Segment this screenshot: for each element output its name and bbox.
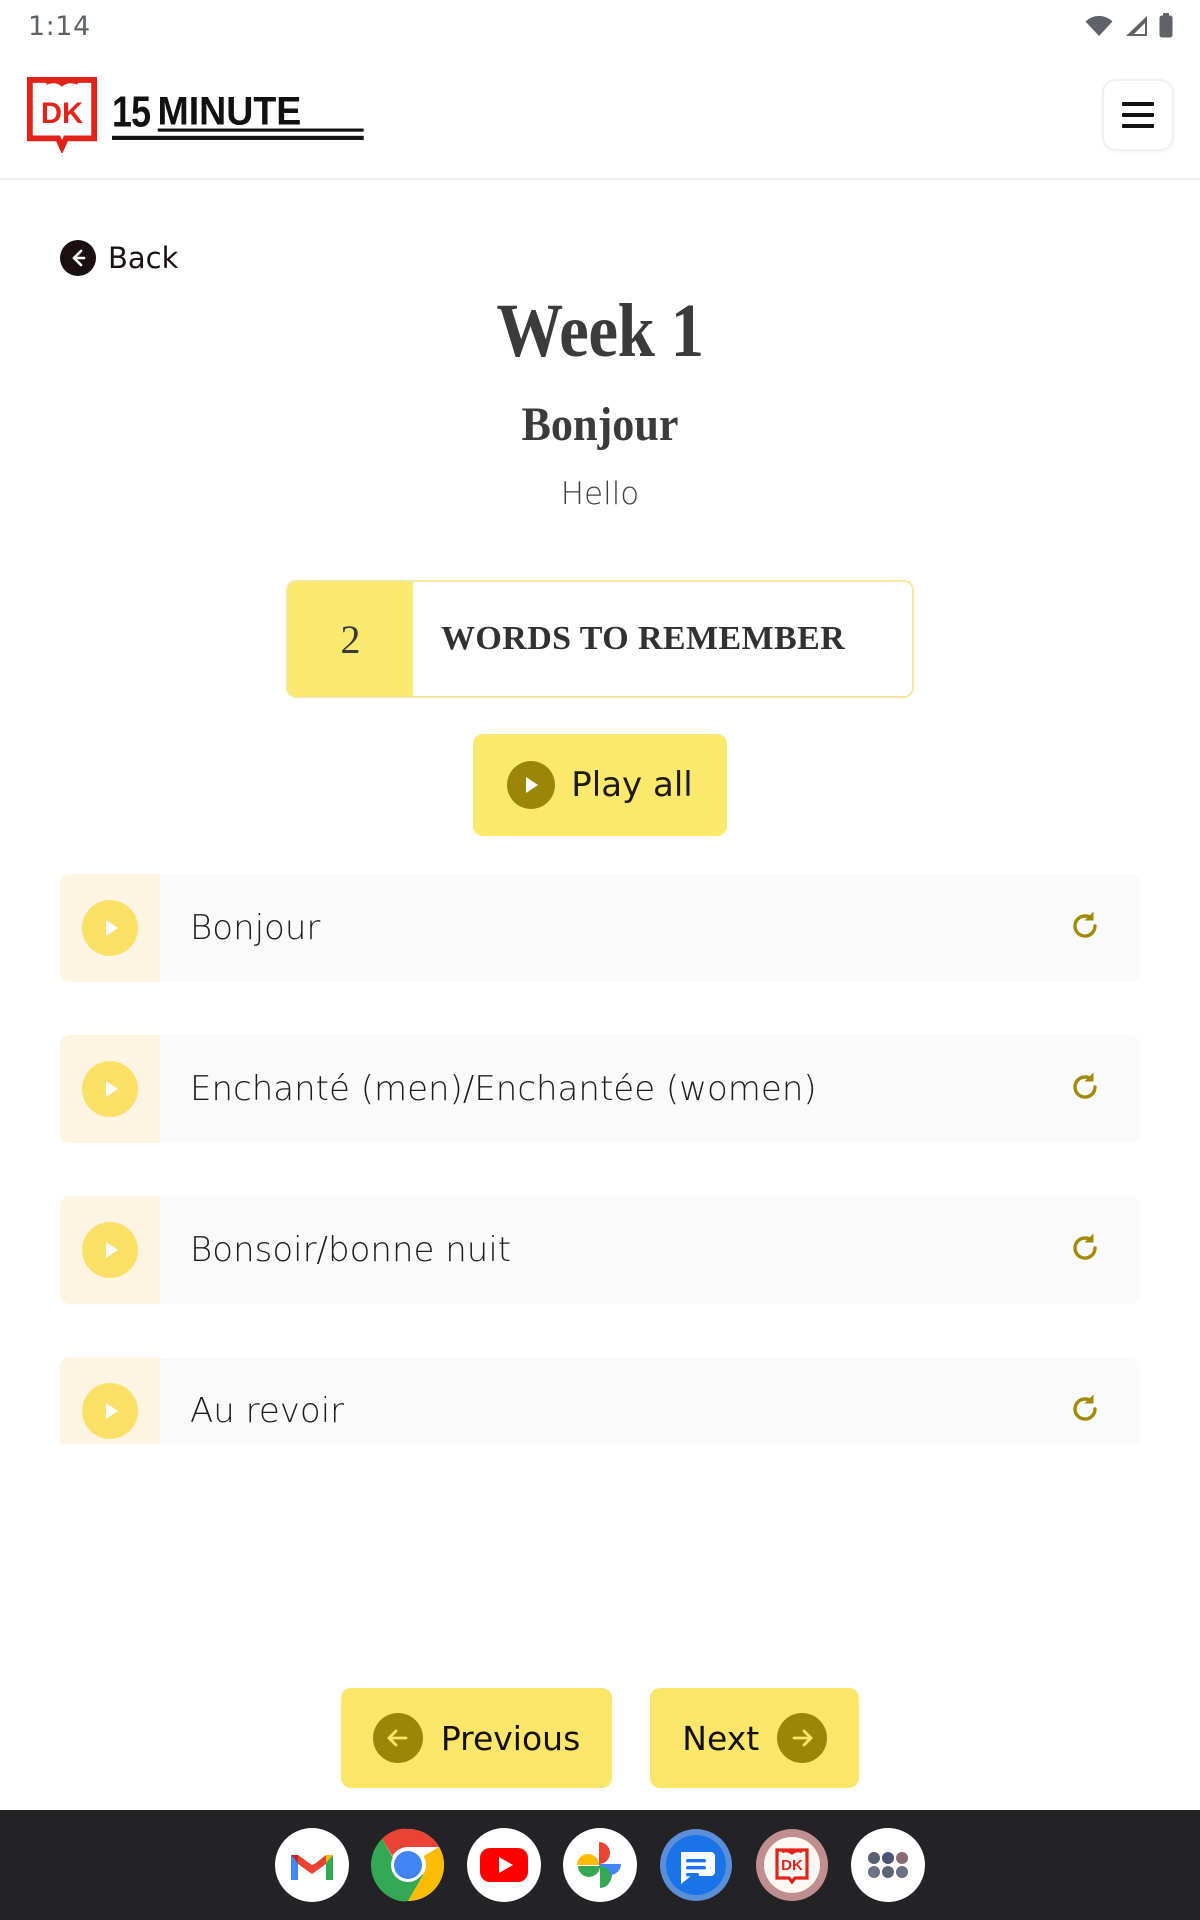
next-label: Next bbox=[682, 1718, 760, 1758]
play-icon bbox=[82, 1383, 138, 1439]
lesson-subtitle: Bonjour bbox=[521, 398, 679, 451]
hamburger-menu-icon bbox=[1122, 113, 1154, 117]
page-title: Week 1 bbox=[496, 289, 704, 373]
app-header: DK 15 MINUTE bbox=[0, 52, 1200, 180]
hamburger-menu-button[interactable] bbox=[1102, 79, 1174, 151]
word-list-item[interactable]: Au revoir bbox=[60, 1357, 1140, 1444]
word-replay-button[interactable] bbox=[1030, 1392, 1140, 1431]
word-text: Bonsoir/bonne nuit bbox=[190, 1230, 512, 1270]
play-icon bbox=[507, 761, 556, 809]
replay-icon bbox=[1068, 1231, 1102, 1270]
svg-text:DK: DK bbox=[781, 1857, 803, 1874]
arrow-right-icon bbox=[777, 1713, 828, 1763]
status-bar-icons bbox=[1084, 13, 1174, 39]
word-list-item[interactable]: Enchanté (men)/Enchantée (women) bbox=[60, 1035, 1140, 1143]
play-icon bbox=[82, 900, 138, 956]
word-play-button[interactable] bbox=[60, 1035, 160, 1143]
back-label: Back bbox=[108, 241, 179, 275]
svg-text:15: 15 bbox=[112, 89, 151, 136]
word-play-button[interactable] bbox=[60, 874, 160, 982]
replay-icon bbox=[1068, 1070, 1102, 1109]
word-play-button[interactable] bbox=[60, 1357, 160, 1444]
status-bar-clock: 1:14 bbox=[28, 10, 91, 42]
android-dock: DK bbox=[0, 1810, 1200, 1920]
arrow-left-icon bbox=[372, 1713, 423, 1763]
battery-icon bbox=[1158, 13, 1174, 39]
youtube-icon[interactable] bbox=[467, 1828, 541, 1902]
chrome-icon[interactable] bbox=[371, 1828, 445, 1902]
main-content: Back Week 1 Bonjour Hello 2 WORDS TO REM… bbox=[0, 180, 1200, 1810]
word-play-button[interactable] bbox=[60, 1196, 160, 1304]
words-to-remember-count: 2 bbox=[288, 582, 413, 696]
word-list-item[interactable]: Bonsoir/bonne nuit bbox=[60, 1196, 1140, 1304]
word-replay-button[interactable] bbox=[1030, 909, 1140, 948]
cellular-signal-icon bbox=[1123, 14, 1149, 38]
words-to-remember-box: 2 WORDS TO REMEMBER bbox=[286, 580, 914, 698]
back-button[interactable]: Back bbox=[60, 240, 178, 276]
replay-icon bbox=[1068, 909, 1102, 948]
word-list[interactable]: Bonjour Enchanté (men)/Enchantée (women)… bbox=[0, 874, 1200, 1444]
google-photos-icon[interactable] bbox=[563, 1828, 637, 1902]
dk-logo-icon: DK bbox=[26, 77, 98, 153]
play-icon bbox=[82, 1222, 138, 1278]
hamburger-menu-icon bbox=[1122, 102, 1154, 106]
replay-icon bbox=[1068, 1392, 1102, 1431]
arrow-left-icon bbox=[60, 240, 96, 276]
app-drawer-icon[interactable] bbox=[851, 1828, 925, 1902]
lesson-translation: Hello bbox=[560, 476, 640, 512]
svg-text:MINUTE: MINUTE bbox=[157, 89, 301, 133]
play-all-section: Play all bbox=[0, 734, 1200, 836]
word-text: Enchanté (men)/Enchantée (women) bbox=[190, 1069, 817, 1109]
word-text: Au revoir bbox=[190, 1391, 345, 1431]
back-row: Back bbox=[0, 190, 1200, 276]
pager: Previous Next bbox=[0, 1688, 1200, 1788]
fifteen-minute-wordmark: 15 MINUTE bbox=[112, 89, 372, 141]
previous-label: Previous bbox=[440, 1718, 581, 1758]
play-icon bbox=[82, 1061, 138, 1117]
play-all-button[interactable]: Play all bbox=[473, 734, 727, 836]
phone-screen: 1:14 DK 15 MINUTE Back Week 1 Bonjour He… bbox=[0, 0, 1200, 1920]
google-messages-icon[interactable] bbox=[659, 1828, 733, 1902]
wifi-icon bbox=[1084, 14, 1114, 38]
play-all-label: Play all bbox=[571, 765, 693, 805]
next-button[interactable]: Next bbox=[650, 1688, 860, 1788]
word-replay-button[interactable] bbox=[1030, 1231, 1140, 1270]
previous-button[interactable]: Previous bbox=[340, 1688, 613, 1788]
word-replay-button[interactable] bbox=[1030, 1070, 1140, 1109]
word-text: Bonjour bbox=[190, 908, 321, 948]
status-bar: 1:14 bbox=[0, 0, 1200, 52]
words-to-remember-label: WORDS TO REMEMBER bbox=[441, 620, 846, 657]
gmail-icon[interactable] bbox=[275, 1828, 349, 1902]
hamburger-menu-icon bbox=[1122, 124, 1154, 128]
word-list-item[interactable]: Bonjour bbox=[60, 874, 1140, 982]
words-to-remember-section: 2 WORDS TO REMEMBER bbox=[0, 580, 1200, 698]
brand-logo: DK 15 MINUTE bbox=[26, 77, 372, 153]
svg-text:DK: DK bbox=[41, 98, 83, 130]
dk-app-icon[interactable]: DK bbox=[755, 1828, 829, 1902]
